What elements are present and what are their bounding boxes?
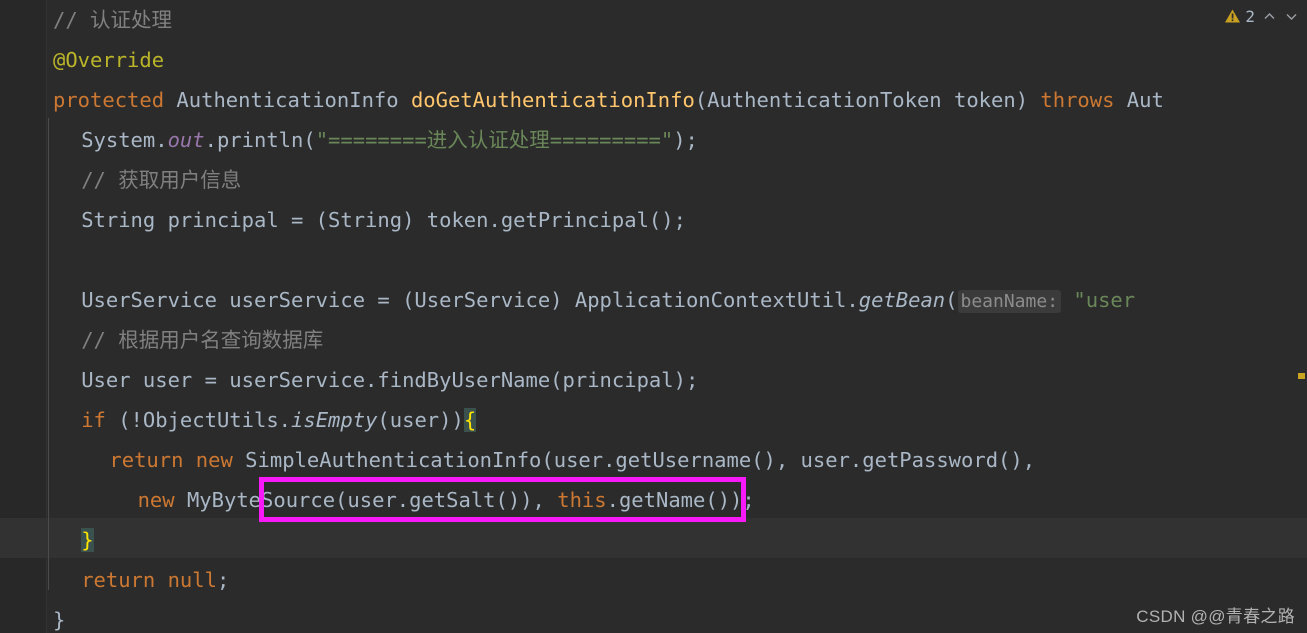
code-token: ( xyxy=(945,288,958,312)
code-token: ; xyxy=(216,568,230,592)
code-line[interactable]: System.out.println("========进入认证处理======… xyxy=(0,120,698,160)
code-token: { xyxy=(463,408,477,432)
code-token: throws xyxy=(1040,88,1115,112)
code-token: (user)) xyxy=(377,408,464,432)
code-line[interactable]: // 根据用户名查询数据库 xyxy=(0,320,323,360)
code-token: "========进入认证处理=========" xyxy=(315,128,674,152)
code-token: if xyxy=(81,408,106,432)
code-line[interactable]: } xyxy=(0,520,94,560)
code-token: beanName: xyxy=(957,290,1062,313)
code-token: } xyxy=(53,608,66,632)
code-token: // xyxy=(81,328,119,352)
warning-indicator[interactable]: 2 xyxy=(1224,7,1255,26)
code-token: isEmpty xyxy=(291,408,378,432)
chevron-down-icon[interactable] xyxy=(1284,9,1299,24)
code-line[interactable] xyxy=(0,240,81,280)
warning-count: 2 xyxy=(1245,6,1255,26)
code-token: new xyxy=(137,488,175,512)
code-token: System. xyxy=(81,128,168,152)
code-token: getBean xyxy=(858,288,946,312)
code-token: new xyxy=(195,448,233,472)
code-token: // xyxy=(81,168,119,192)
code-token: Aut xyxy=(1114,88,1164,112)
code-token: 认证处理 xyxy=(90,8,173,32)
code-token: "user xyxy=(1073,288,1136,312)
code-token: MyByteSource(user.getSalt()), xyxy=(174,488,558,512)
code-token: (AuthenticationToken token) xyxy=(694,88,1041,112)
code-line[interactable]: String principal = (String) token.getPri… xyxy=(0,200,686,240)
chevron-up-icon[interactable] xyxy=(1262,9,1277,24)
code-token: 根据用户名查询数据库 xyxy=(118,328,324,352)
code-token: null xyxy=(167,568,217,592)
code-token: @Override xyxy=(53,48,165,72)
code-token: .println( xyxy=(204,128,316,152)
code-line[interactable]: // 获取用户信息 xyxy=(0,160,241,200)
warning-triangle-icon xyxy=(1225,9,1241,23)
code-token: ); xyxy=(673,128,698,152)
watermark: CSDN @@青春之路 xyxy=(1136,607,1295,626)
code-line[interactable]: @Override xyxy=(0,40,164,80)
code-token: } xyxy=(81,528,94,552)
code-token: AuthenticationInfo xyxy=(164,88,411,112)
code-line[interactable]: protected AuthenticationInfo doGetAuthen… xyxy=(0,80,1164,120)
code-token: 获取用户信息 xyxy=(118,168,242,192)
code-token: String principal = (String) token.getPri… xyxy=(81,208,686,232)
code-token: out xyxy=(167,128,205,152)
code-token: return xyxy=(109,448,184,472)
code-token: doGetAuthenticationInfo xyxy=(410,88,695,112)
code-line[interactable]: // 认证处理 xyxy=(0,0,172,40)
code-token: SimpleAuthenticationInfo(user.getUsernam… xyxy=(232,448,1036,472)
code-content[interactable]: // 认证处理 @Override protected Authentication… xyxy=(0,0,1307,633)
code-editor[interactable]: // 认证处理 @Override protected Authentication… xyxy=(0,0,1307,633)
scrollbar-warning-marker[interactable] xyxy=(1298,373,1305,379)
code-token: protected xyxy=(53,88,165,112)
inspection-widget[interactable]: 2 xyxy=(1224,2,1299,30)
code-token: // xyxy=(53,8,91,32)
code-line[interactable]: } xyxy=(0,600,65,633)
code-token: UserService userService = (UserService) … xyxy=(81,288,859,312)
code-token: return xyxy=(81,568,156,592)
code-token: this xyxy=(557,488,607,512)
code-line[interactable]: return null; xyxy=(0,560,229,600)
code-line[interactable]: new MyByteSource(user.getSalt()), this.g… xyxy=(0,480,755,520)
code-token: .getName()); xyxy=(606,488,755,512)
code-token: (!ObjectUtils. xyxy=(105,408,292,432)
code-token: User user = userService.findByUserName(p… xyxy=(81,368,699,392)
code-line[interactable]: UserService userService = (UserService) … xyxy=(0,280,1135,320)
code-line[interactable]: return new SimpleAuthenticationInfo(user… xyxy=(0,440,1035,480)
code-line[interactable]: if (!ObjectUtils.isEmpty(user)){ xyxy=(0,400,477,440)
code-line[interactable]: User user = userService.findByUserName(p… xyxy=(0,360,698,400)
